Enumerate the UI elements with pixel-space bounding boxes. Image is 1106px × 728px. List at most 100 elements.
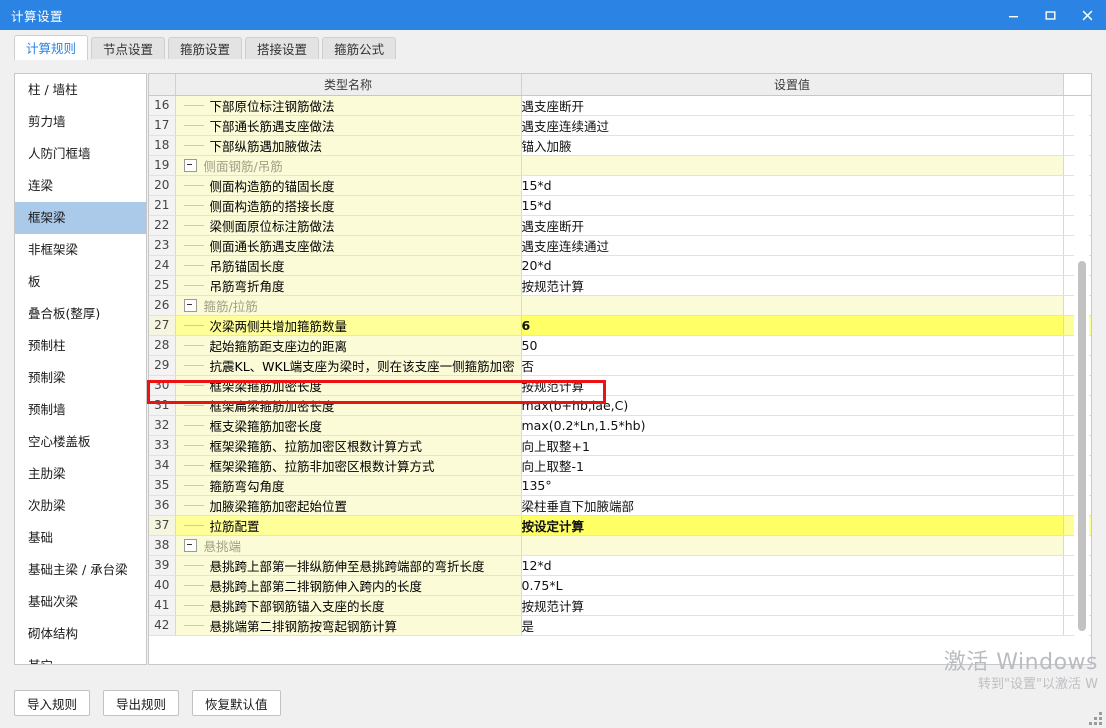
resize-grip-icon[interactable] [1089, 712, 1102, 725]
row-setting-value[interactable]: 20*d [521, 255, 1064, 276]
minimize-icon[interactable] [995, 0, 1032, 30]
table-row[interactable]: 21 侧面构造筋的搭接长度 15*d [149, 195, 1091, 216]
category-sidebar[interactable]: 柱 / 墙柱 剪力墙 人防门框墙 连梁 框架梁 非框架梁板叠合板(整厚) 预制柱 预制梁 预制墙… [14, 73, 147, 665]
sidebar-item-11[interactable]: 空心楼盖板 [15, 426, 146, 458]
sidebar-item-0[interactable]: 柱 / 墙柱 [15, 74, 146, 106]
sidebar-item-1[interactable]: 剪力墙 [15, 106, 146, 138]
table-row[interactable]: 26 箍筋/拉筋 [149, 295, 1091, 316]
row-type-name-cell[interactable]: 下部纵筋遇加腋做法 [175, 135, 522, 156]
tab-3[interactable]: 搭接设置 [245, 37, 320, 60]
row-type-name-cell[interactable]: 次梁两侧共增加箍筋数量 [175, 315, 522, 336]
table-row[interactable]: 41 悬挑跨下部钢筋锚入支座的长度 按规范计算 [149, 595, 1091, 616]
row-setting-value[interactable] [521, 295, 1064, 316]
table-row[interactable]: 33 框架梁箍筋、拉筋加密区根数计算方式 向上取整+1 [149, 435, 1091, 456]
row-type-name-cell[interactable]: 下部原位标注钢筋做法 [175, 95, 522, 116]
table-row[interactable]: 27 次梁两侧共增加箍筋数量 6 [149, 315, 1091, 336]
row-type-name-cell[interactable]: 悬挑跨上部第一排纵筋伸至悬挑跨端部的弯折长度 [175, 555, 522, 576]
table-row[interactable]: 18 下部纵筋遇加腋做法 锚入加腋 [149, 135, 1091, 156]
row-setting-value[interactable]: 按设定计算 [521, 515, 1064, 536]
scrollbar-thumb[interactable] [1078, 261, 1086, 631]
sidebar-item-2[interactable]: 人防门框墙 [15, 138, 146, 170]
close-icon[interactable] [1069, 0, 1106, 30]
row-type-name-cell[interactable]: 框架梁箍筋、拉筋非加密区根数计算方式 [175, 455, 522, 476]
row-setting-value[interactable]: 135° [521, 475, 1064, 496]
table-row[interactable]: 24 吊筋锚固长度 20*d [149, 255, 1091, 276]
sidebar-item-17[interactable]: 砌体结构 [15, 618, 146, 650]
sidebar-item-12[interactable]: 主肋梁 [15, 458, 146, 490]
table-row[interactable]: 17 下部通长筋遇支座做法 遇支座连续通过 [149, 115, 1091, 136]
row-type-name-cell[interactable]: 框架扁梁箍筋加密长度 [175, 395, 522, 416]
grid-vertical-scrollbar[interactable] [1074, 96, 1089, 662]
sidebar-item-10[interactable]: 预制墙 [15, 394, 146, 426]
collapse-toggle-icon[interactable] [183, 158, 197, 172]
row-type-name-cell[interactable]: 侧面通长筋遇支座做法 [175, 235, 522, 256]
row-setting-value[interactable]: 遇支座连续通过 [521, 115, 1064, 136]
table-row[interactable]: 20 侧面构造筋的锚固长度 15*d [149, 175, 1091, 196]
table-row[interactable]: 35 箍筋弯勾角度 135° [149, 475, 1091, 496]
table-row[interactable]: 28 起始箍筋距支座边的距离 50 [149, 335, 1091, 356]
row-setting-value[interactable]: 15*d [521, 195, 1064, 216]
table-row[interactable]: 31 框架扁梁箍筋加密长度 max(b+hb,lae,C) [149, 395, 1091, 416]
table-row[interactable]: 16 下部原位标注钢筋做法 遇支座断开 [149, 95, 1091, 116]
row-setting-value[interactable]: 遇支座断开 [521, 95, 1064, 116]
row-type-name-cell[interactable]: 箍筋弯勾角度 [175, 475, 522, 496]
row-type-name-cell[interactable]: 侧面构造筋的搭接长度 [175, 195, 522, 216]
column-header-name[interactable]: 类型名称 [175, 74, 522, 96]
footer-button-2[interactable]: 恢复默认值 [192, 690, 281, 716]
table-row[interactable]: 36 加腋梁箍筋加密起始位置 梁柱垂直下加腋端部 [149, 495, 1091, 516]
table-row[interactable]: 38 悬挑端 [149, 535, 1091, 556]
sidebar-item-14[interactable]: 基础 [15, 522, 146, 554]
table-row[interactable]: 39 悬挑跨上部第一排纵筋伸至悬挑跨端部的弯折长度 12*d [149, 555, 1091, 576]
row-setting-value[interactable]: 50 [521, 335, 1064, 356]
table-row[interactable]: 25 吊筋弯折角度 按规范计算 [149, 275, 1091, 296]
row-type-name-cell[interactable]: 侧面构造筋的锚固长度 [175, 175, 522, 196]
row-setting-value[interactable]: 向上取整+1 [521, 435, 1064, 456]
tab-2[interactable]: 箍筋设置 [168, 37, 243, 60]
row-type-name-cell[interactable]: 抗震KL、WKL端支座为梁时，则在该支座一侧箍筋加密 [175, 355, 522, 376]
row-type-name-cell[interactable]: 下部通长筋遇支座做法 [175, 115, 522, 136]
tab-4[interactable]: 箍筋公式 [322, 37, 397, 60]
table-row[interactable]: 29 抗震KL、WKL端支座为梁时，则在该支座一侧箍筋加密否 [149, 355, 1091, 376]
table-row[interactable]: 22 梁侧面原位标注筋做法 遇支座断开 [149, 215, 1091, 236]
sidebar-item-7[interactable]: 叠合板(整厚) [15, 298, 146, 330]
footer-button-1[interactable]: 导出规则 [103, 690, 180, 716]
table-row[interactable]: 30 框架梁箍筋加密长度 按规范计算 [149, 375, 1091, 396]
row-type-name-cell[interactable]: 悬挑跨上部第二排钢筋伸入跨内的长度 [175, 575, 522, 596]
table-row[interactable]: 40 悬挑跨上部第二排钢筋伸入跨内的长度 0.75*L [149, 575, 1091, 596]
maximize-icon[interactable] [1032, 0, 1069, 30]
sidebar-item-6[interactable]: 板 [15, 266, 146, 298]
row-setting-value[interactable]: 12*d [521, 555, 1064, 576]
tab-1[interactable]: 节点设置 [91, 37, 166, 60]
table-row[interactable]: 34 框架梁箍筋、拉筋非加密区根数计算方式 向上取整-1 [149, 455, 1091, 476]
row-setting-value[interactable]: max(b+hb,lae,C) [521, 395, 1064, 416]
row-setting-value[interactable]: 是 [521, 615, 1064, 636]
sidebar-item-5[interactable]: 非框架梁 [15, 234, 146, 266]
row-setting-value[interactable]: 0.75*L [521, 575, 1064, 596]
table-row[interactable]: 42 悬挑端第二排钢筋按弯起钢筋计算 是 [149, 615, 1091, 636]
sidebar-item-3[interactable]: 连梁 [15, 170, 146, 202]
row-setting-value[interactable]: 遇支座断开 [521, 215, 1064, 236]
row-setting-value[interactable]: 梁柱垂直下加腋端部 [521, 495, 1064, 516]
row-setting-value[interactable]: 按规范计算 [521, 375, 1064, 396]
sidebar-item-9[interactable]: 预制梁 [15, 362, 146, 394]
table-row[interactable]: 23 侧面通长筋遇支座做法 遇支座连续通过 [149, 235, 1091, 256]
sidebar-item-4[interactable]: 框架梁 [15, 202, 146, 234]
row-type-name-cell[interactable]: 吊筋锚固长度 [175, 255, 522, 276]
table-row[interactable]: 32 框支梁箍筋加密长度 max(0.2*Ln,1.5*hb) [149, 415, 1091, 436]
row-setting-value[interactable]: 向上取整-1 [521, 455, 1064, 476]
sidebar-item-15[interactable]: 基础主梁 / 承台梁 [15, 554, 146, 586]
sidebar-item-13[interactable]: 次肋梁 [15, 490, 146, 522]
row-setting-value[interactable]: 否 [521, 355, 1064, 376]
row-setting-value[interactable]: 15*d [521, 175, 1064, 196]
row-setting-value[interactable]: 按规范计算 [521, 275, 1064, 296]
row-type-name-cell[interactable]: 梁侧面原位标注筋做法 [175, 215, 522, 236]
row-setting-value[interactable]: 锚入加腋 [521, 135, 1064, 156]
row-type-name-cell[interactable]: 箍筋/拉筋 [175, 295, 522, 316]
row-setting-value[interactable]: max(0.2*Ln,1.5*hb) [521, 415, 1064, 436]
collapse-toggle-icon[interactable] [183, 538, 197, 552]
sidebar-item-18[interactable]: 其它 [15, 650, 146, 664]
footer-button-0[interactable]: 导入规则 [14, 690, 91, 716]
collapse-toggle-icon[interactable] [183, 298, 197, 312]
row-type-name-cell[interactable]: 悬挑端 [175, 535, 522, 556]
row-type-name-cell[interactable]: 悬挑跨下部钢筋锚入支座的长度 [175, 595, 522, 616]
